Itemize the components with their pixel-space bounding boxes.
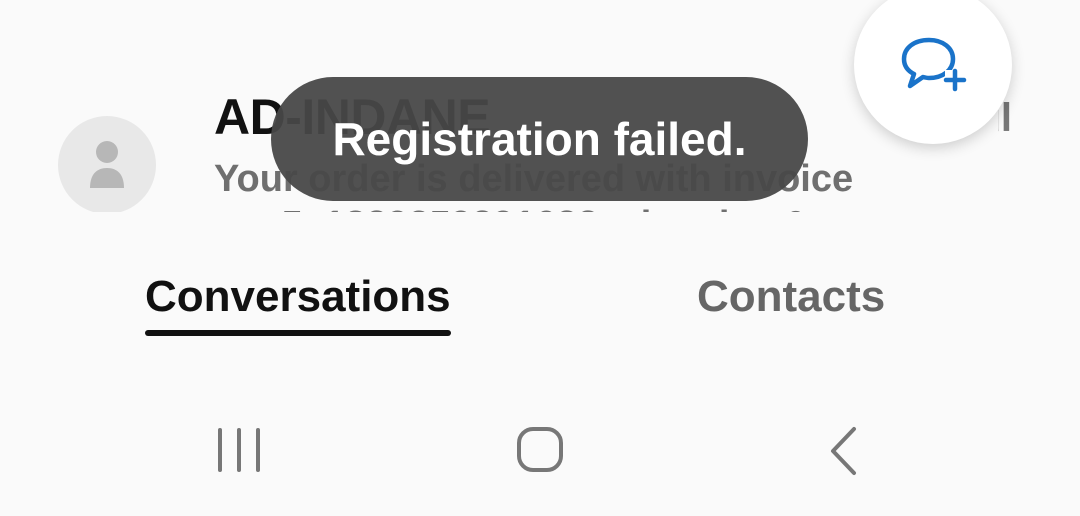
toast: Registration failed. [271,77,808,201]
recent-apps-button[interactable] [214,428,264,472]
recent-apps-icon [218,428,260,472]
toast-message: Registration failed. [332,113,747,165]
tab-contacts-label: Contacts [697,272,886,321]
back-icon [831,427,856,475]
tab-conversations[interactable]: Conversations [145,272,451,336]
new-message-icon [901,37,967,92]
tab-conversations-label: Conversations [145,272,451,321]
messages-screen: AD-INDANE ul Your order is delivered wit… [0,0,1080,516]
navigation-bar [0,380,1080,516]
tab-selected-indicator [145,330,451,336]
person-icon [90,141,124,188]
home-button[interactable] [516,426,566,474]
tab-bar: Conversations Contacts [0,212,1080,380]
back-button[interactable] [826,426,862,476]
home-icon [517,427,563,472]
tab-contacts[interactable]: Contacts [697,272,885,322]
avatar [58,116,156,212]
